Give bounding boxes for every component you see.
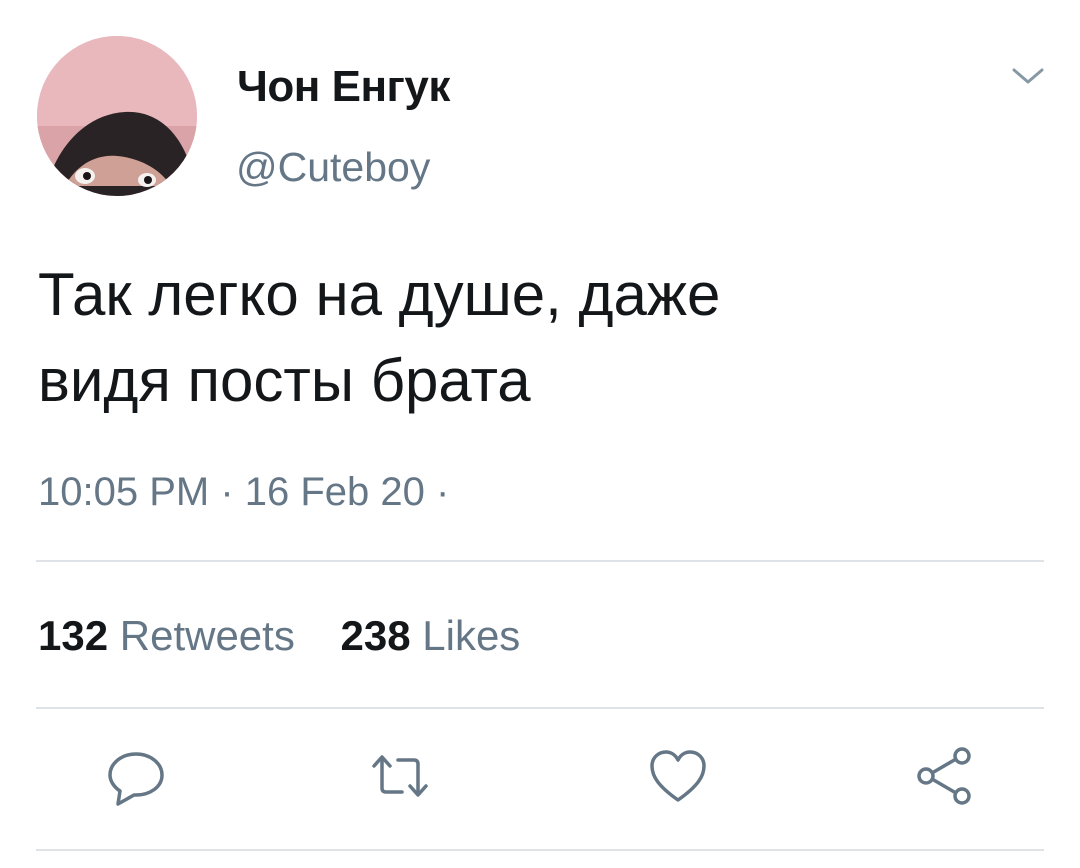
- tweet-meta: 10:05 PM · 16 Feb 20 ·: [38, 470, 449, 515]
- author-display-name[interactable]: Чон Енгук: [237, 62, 450, 112]
- likes-count: 238: [340, 612, 411, 659]
- avatar[interactable]: [37, 36, 197, 196]
- avatar-photo: [37, 36, 197, 196]
- divider: [36, 849, 1044, 851]
- share-icon[interactable]: [912, 744, 976, 808]
- tweet-date: 16 Feb 20: [244, 470, 425, 514]
- divider: [36, 560, 1044, 562]
- meta-separator: ·: [424, 470, 450, 514]
- tweet-time: 10:05 PM: [38, 470, 210, 514]
- retweets-label: Retweets: [119, 612, 295, 659]
- like-icon[interactable]: [646, 744, 710, 808]
- retweet-icon[interactable]: [368, 744, 432, 808]
- meta-separator: ·: [209, 470, 245, 514]
- chevron-down-icon[interactable]: [1010, 64, 1046, 88]
- tweet-stats: 132 Retweets 238 Likes: [38, 612, 520, 660]
- likes-label: Likes: [422, 612, 521, 659]
- reply-icon[interactable]: [104, 744, 168, 808]
- likes-stat[interactable]: 238 Likes: [341, 612, 521, 659]
- tweet-text-line: Так легко на душе, даже: [38, 261, 721, 328]
- divider: [36, 707, 1044, 709]
- retweets-count: 132: [38, 612, 109, 659]
- author-handle[interactable]: @Cuteboy: [236, 144, 430, 191]
- tweet-text-line: видя посты брата: [38, 347, 531, 414]
- retweets-stat[interactable]: 132 Retweets: [38, 612, 307, 659]
- tweet-text: Так легко на душе, даже видя посты брата: [38, 252, 1038, 424]
